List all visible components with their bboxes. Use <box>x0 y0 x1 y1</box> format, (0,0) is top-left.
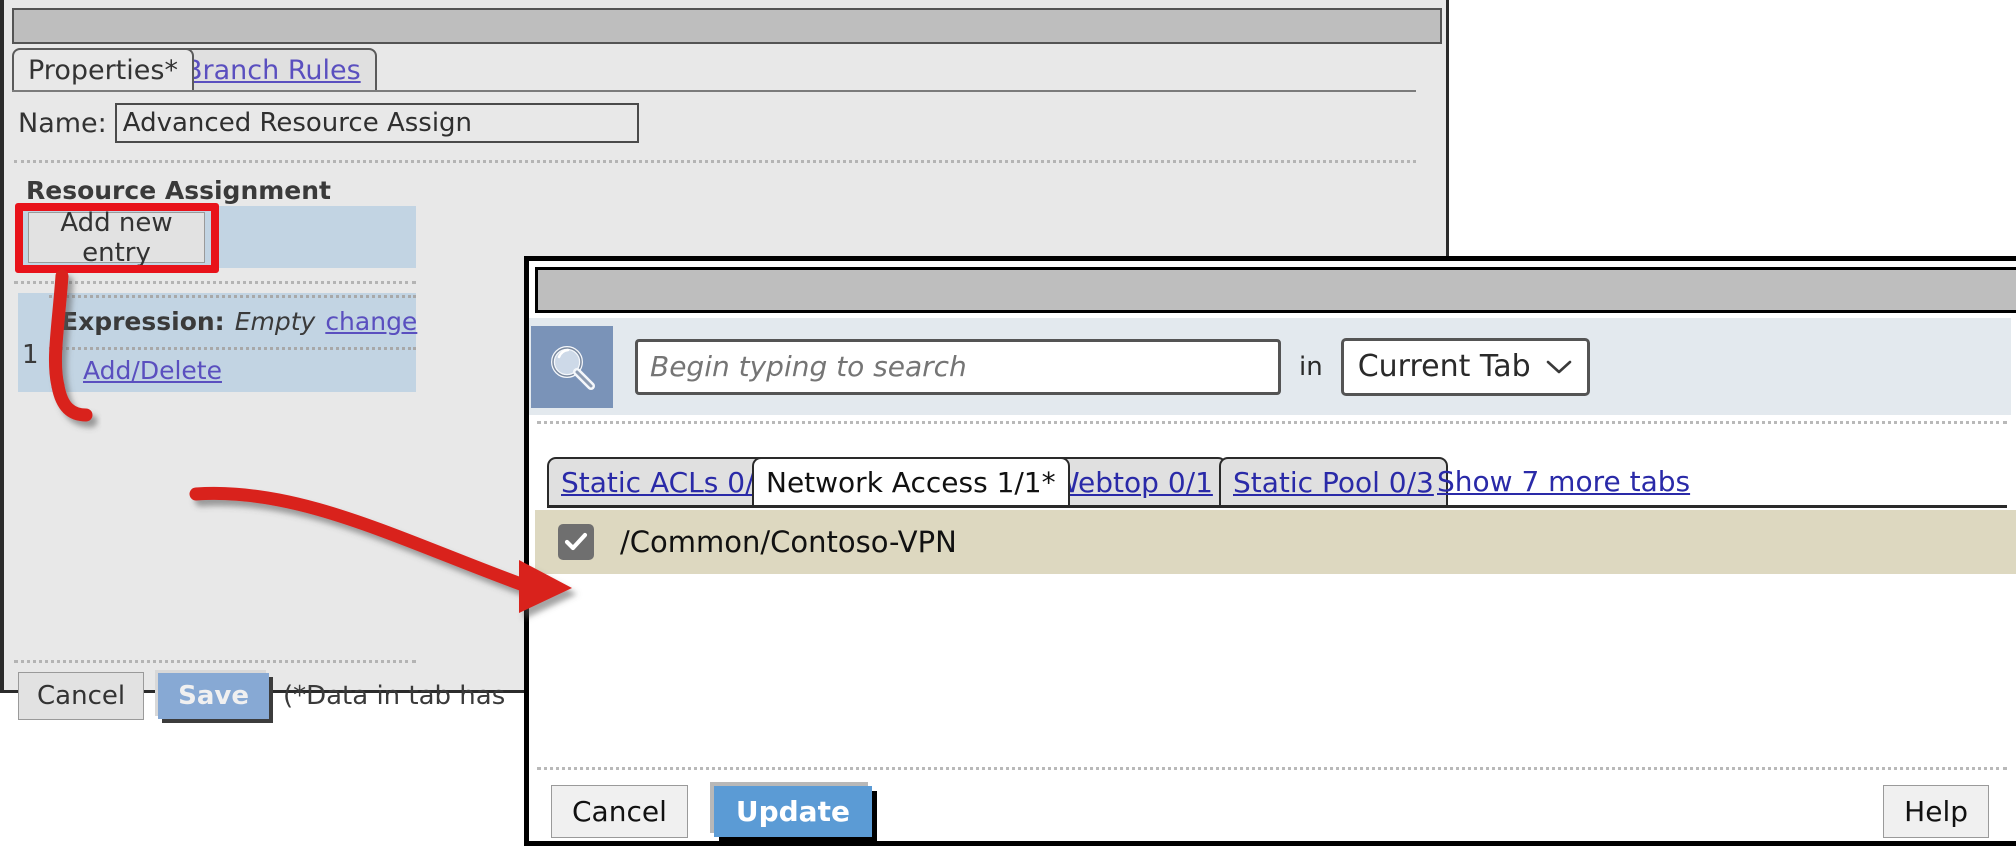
search-scope-prefix-label: in <box>1299 351 1323 382</box>
show-more-tabs-link[interactable]: Show 7 more tabs <box>1437 465 1690 498</box>
dialog-search-bar: in Current Tab <box>529 318 2011 415</box>
tab-branch-rules[interactable]: Branch Rules <box>168 48 377 90</box>
tab-properties-label: Properties* <box>28 54 178 86</box>
resource-picker-dialog: in Current Tab Static ACLs 0/0 Network A… <box>524 256 2016 846</box>
save-button[interactable]: Save <box>158 673 269 719</box>
window-titlebar <box>12 8 1442 44</box>
cancel-button[interactable]: Cancel <box>18 672 145 720</box>
dialog-tab-static-acls[interactable]: Static ACLs 0/0 <box>547 457 787 505</box>
dialog-tab-strip: Static ACLs 0/0 Network Access 1/1* Webt… <box>547 457 2007 507</box>
add-new-entry-button[interactable]: Add new entry <box>28 208 205 268</box>
search-icon[interactable] <box>531 325 613 408</box>
name-row: Name: <box>18 103 639 143</box>
dialog-tab-static-pool[interactable]: Static Pool 0/3 <box>1219 457 1448 505</box>
chevron-down-icon <box>1545 349 1573 384</box>
footer-note: (*Data in tab has <box>282 681 506 711</box>
dialog-divider-top <box>537 421 2007 424</box>
result-label: /Common/Contoso-VPN <box>620 525 957 559</box>
dialog-tab-static-acls-label: Static ACLs 0/0 <box>561 465 773 499</box>
window-footer: Cancel Save (*Data in tab has <box>18 672 505 720</box>
search-scope-value: Current Tab <box>1357 349 1531 384</box>
dialog-tab-network-access[interactable]: Network Access 1/1* <box>752 457 1070 505</box>
add-delete-link[interactable]: Add/Delete <box>83 356 222 385</box>
result-checkbox[interactable] <box>558 524 594 560</box>
entry-inner-divider-mid <box>49 347 416 350</box>
dialog-cancel-button[interactable]: Cancel <box>551 784 688 838</box>
search-input[interactable] <box>635 338 1281 395</box>
resource-assignment-heading: Resource Assignment <box>26 176 331 205</box>
dialog-footer: Cancel Update Help <box>529 777 2011 845</box>
screenshot-root: Properties* Branch Rules Name: Resource … <box>0 0 2016 846</box>
tab-strip-underline <box>12 90 1416 92</box>
name-input[interactable] <box>114 103 639 143</box>
entry-inner-divider-top <box>49 295 416 298</box>
window-tab-strip: Properties* Branch Rules <box>12 48 1432 92</box>
dialog-tab-network-access-label: Network Access 1/1* <box>766 465 1056 499</box>
tab-properties[interactable]: Properties* <box>12 48 194 90</box>
dialog-footer-divider <box>537 767 2007 770</box>
entry-index-label: 1 <box>22 340 39 370</box>
entry-divider-top <box>14 281 416 284</box>
section-divider-top <box>14 160 1416 163</box>
list-item[interactable]: /Common/Contoso-VPN <box>535 510 2016 574</box>
dialog-tab-webtop-label: Webtop 0/1 <box>1052 465 1213 499</box>
dialog-help-button[interactable]: Help <box>1883 784 1989 838</box>
search-scope-select[interactable]: Current Tab <box>1340 337 1590 396</box>
dialog-titlebar <box>535 267 2016 313</box>
dialog-update-button[interactable]: Update <box>713 785 872 837</box>
expression-change-link[interactable]: change <box>325 307 417 336</box>
expression-value: Empty <box>234 307 316 336</box>
name-label: Name: <box>18 107 107 139</box>
footer-divider <box>14 660 416 663</box>
dialog-tab-underline <box>547 505 2007 508</box>
dialog-tab-static-pool-label: Static Pool 0/3 <box>1233 465 1434 499</box>
expression-label: Expression: <box>61 307 225 336</box>
tab-branch-rules-label: Branch Rules <box>184 54 361 86</box>
expression-row: Expression: Empty change <box>61 307 417 336</box>
entry-content: Expression: Empty change Add/Delete <box>49 293 417 392</box>
